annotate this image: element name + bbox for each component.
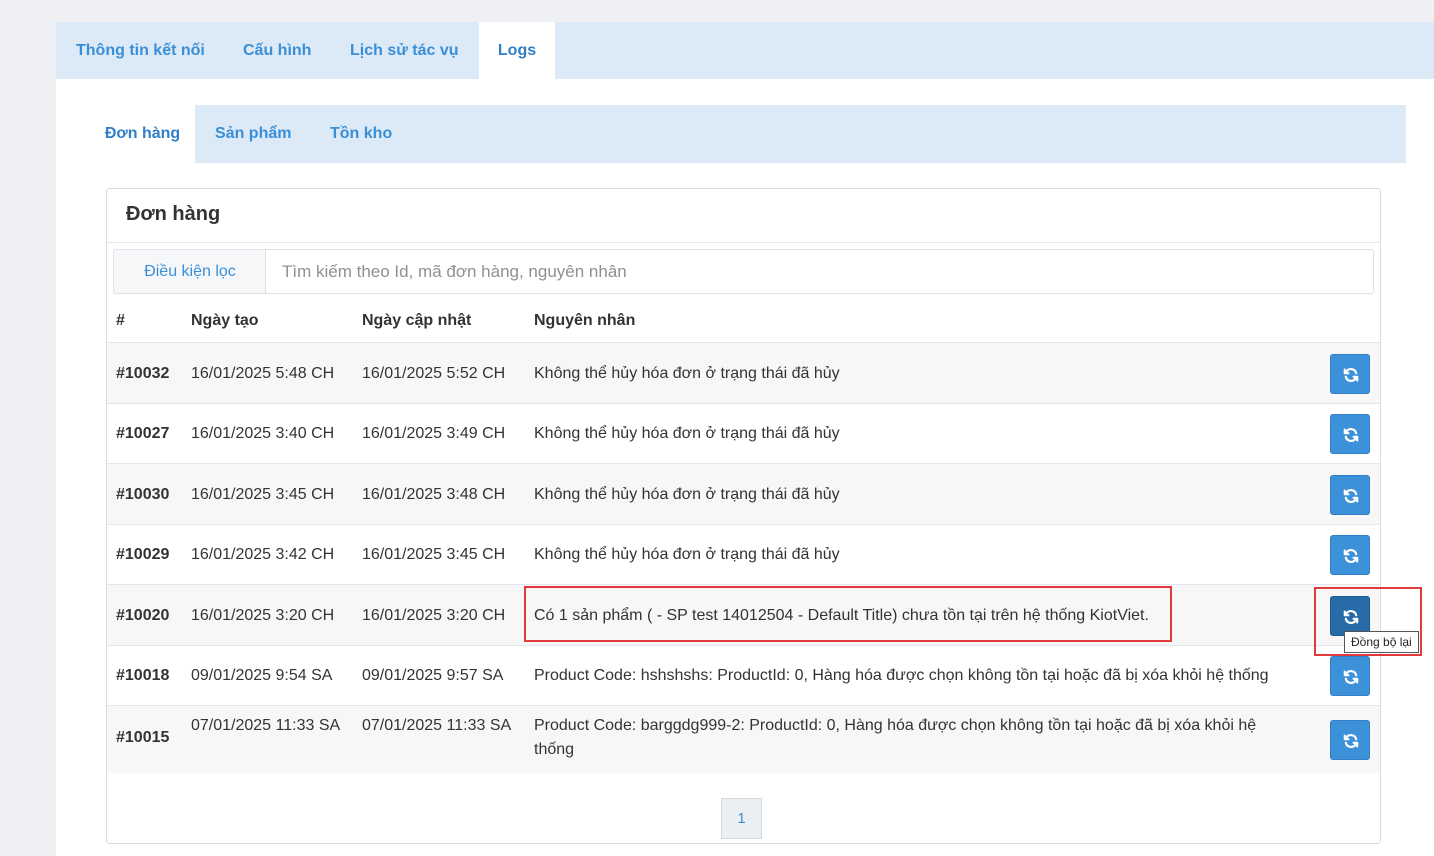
cell-created: 16/01/2025 3:42 CH [191,546,335,563]
top-tab-bar: Thông tin kết nối Cấu hình Lịch sử tác v… [56,22,1434,79]
subtab-orders[interactable]: Đơn hàng [90,105,195,163]
panel-title: Đơn hàng [126,203,221,225]
sync-button[interactable] [1330,475,1370,515]
column-header-reason: Nguyên nhân [534,312,636,329]
tab-logs[interactable]: Logs [479,22,555,79]
sub-tab-bar: Đơn hàng Sản phẩm Tồn kho [90,105,1406,163]
table-row: #10027 16/01/2025 3:40 CH 16/01/2025 3:49 … [107,403,1380,463]
column-header-updated: Ngày cập nhật [362,312,472,329]
cell-updated: 09/01/2025 9:57 SA [362,667,504,684]
cell-id: #10029 [116,546,170,563]
cell-created: 16/01/2025 3:20 CH [191,607,335,624]
cell-reason: Không thể hủy hóa đơn ở trạng thái đã hủ… [534,546,840,563]
sync-button[interactable] [1330,354,1370,394]
table-row: #10018 09/01/2025 9:54 SA 09/01/2025 9:57 … [107,645,1380,705]
tab-task-history[interactable]: Lịch sử tác vụ [350,22,459,79]
cell-reason: Không thể hủy hóa đơn ở trạng thái đã hủ… [534,486,840,503]
tab-config[interactable]: Cấu hình [243,22,311,79]
cell-reason: Product Code: barggdg999-2: ProductId: 0… [534,717,1257,758]
cell-id: #10027 [116,425,170,442]
orders-panel: Đơn hàng Điều kiện lọc # Ngày tạo Ngày c… [106,188,1381,844]
cell-created: 16/01/2025 5:48 CH [191,365,335,382]
cell-created: 16/01/2025 3:40 CH [191,425,335,442]
sync-button[interactable] [1330,596,1370,636]
cell-created: 16/01/2025 3:45 CH [191,486,335,503]
cell-id: #10018 [116,667,170,684]
cell-reason: Không thể hủy hóa đơn ở trạng thái đã hủ… [534,425,840,442]
column-header-id: # [116,312,125,329]
subtab-products[interactable]: Sản phẩm [215,105,291,163]
sync-button[interactable] [1330,414,1370,454]
search-input[interactable] [265,249,1374,294]
subtab-inventory[interactable]: Tồn kho [330,105,392,163]
table-row: #10020 16/01/2025 3:20 CH 16/01/2025 3:20 … [107,584,1380,645]
cell-created: 09/01/2025 9:54 SA [191,667,333,684]
cell-updated: 16/01/2025 3:45 CH [362,546,506,563]
table-row: #10032 16/01/2025 5:48 CH 16/01/2025 5:52 … [107,342,1380,403]
cell-id: #10020 [116,607,170,624]
main-card: Thông tin kết nối Cấu hình Lịch sử tác v… [56,22,1434,856]
pagination-page-1[interactable]: 1 [721,798,762,839]
cell-updated: 07/01/2025 11:33 SA [362,717,512,734]
cell-id: #10032 [116,365,170,382]
table-row: #10015 07/01/2025 11:33 SA 07/01/2025 11:3… [107,705,1380,773]
table-row: #10029 16/01/2025 3:42 CH 16/01/2025 3:45 … [107,524,1380,584]
column-header-created: Ngày tạo [191,312,259,329]
cell-id: #10015 [116,729,170,746]
filter-button[interactable]: Điều kiện lọc [113,249,266,294]
cell-id: #10030 [116,486,170,503]
cell-updated: 16/01/2025 3:48 CH [362,486,506,503]
sync-tooltip: Đồng bộ lại [1344,631,1419,653]
cell-created: 07/01/2025 11:33 SA [191,717,341,734]
table-row: #10030 16/01/2025 3:45 CH 16/01/2025 3:48 … [107,463,1380,524]
cell-reason: Có 1 sản phẩm ( - SP test 14012504 - Def… [534,607,1149,624]
cell-updated: 16/01/2025 3:49 CH [362,425,506,442]
cell-reason: Không thể hủy hóa đơn ở trạng thái đã hủ… [534,365,840,382]
sync-button[interactable] [1330,535,1370,575]
panel-header: Đơn hàng [107,189,1380,243]
cell-reason: Product Code: hshshshs: ProductId: 0, Hà… [534,667,1269,684]
cell-updated: 16/01/2025 5:52 CH [362,365,506,382]
tab-connection-info[interactable]: Thông tin kết nối [76,22,205,79]
sync-button[interactable] [1330,656,1370,696]
sync-button[interactable] [1330,720,1370,760]
cell-updated: 16/01/2025 3:20 CH [362,607,506,624]
